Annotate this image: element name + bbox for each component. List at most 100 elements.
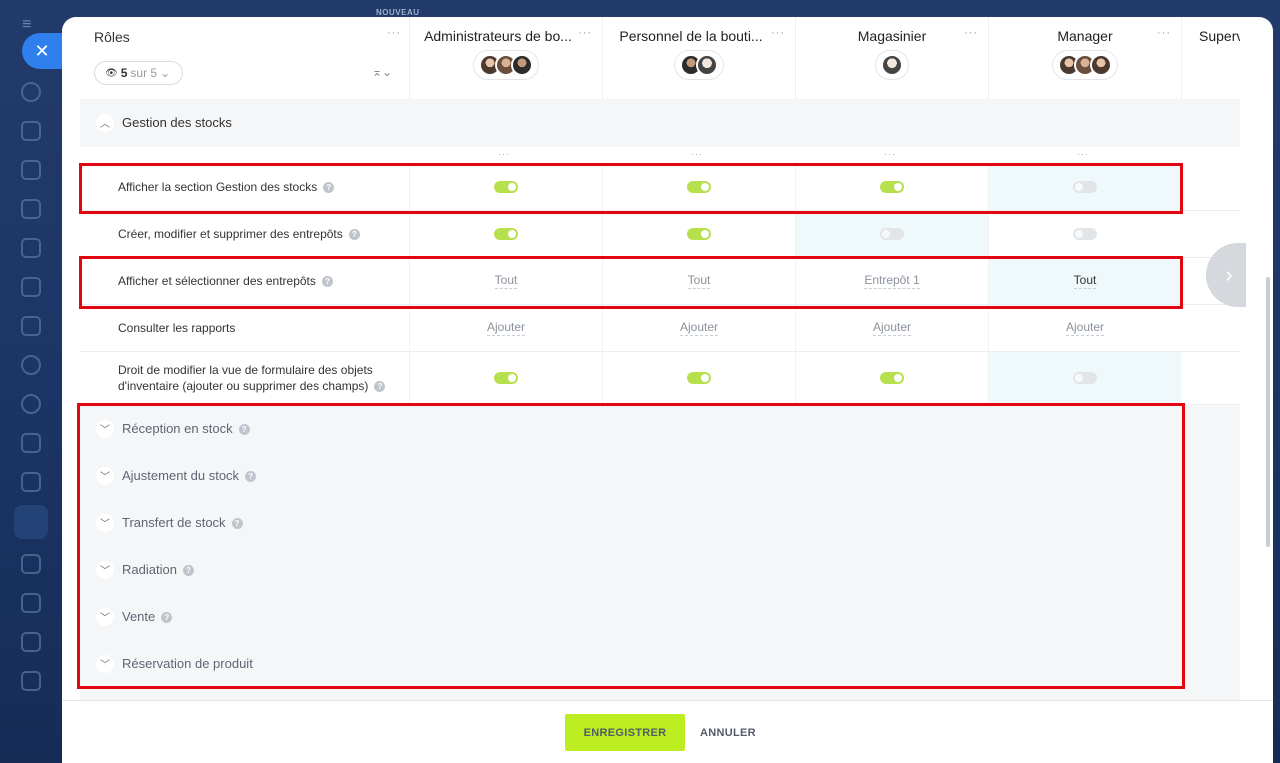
help-icon[interactable]: ? [182,565,194,577]
permission-cell[interactable] [988,164,1181,210]
column-menu-icon[interactable]: ··· [964,27,978,39]
permission-cell[interactable] [988,211,1181,257]
permission-cell[interactable] [409,211,602,257]
help-icon[interactable]: ? [245,471,257,483]
section-stock-receipt[interactable]: ﹀ Réception en stock? [80,405,1240,452]
toggle-switch[interactable] [687,181,711,193]
chevron-down-icon[interactable]: ﹀ [96,466,114,485]
permission-cell[interactable] [409,164,602,210]
add-link[interactable]: Ajouter [872,320,912,336]
chat-icon[interactable] [21,121,41,141]
scrollbar[interactable] [1266,277,1270,547]
permission-cell[interactable]: Ajouter [602,305,795,351]
permission-cell[interactable]: Ajouter [795,305,988,351]
permission-cell[interactable] [602,164,795,210]
documents-icon[interactable] [21,238,41,258]
cart-icon[interactable] [21,593,41,613]
column-role-staff[interactable]: Personnel de la bouti... ··· [602,17,795,99]
permission-value[interactable]: Entrepôt 1 [864,273,920,289]
permission-cell[interactable] [602,352,795,404]
toggle-switch[interactable] [1073,228,1097,240]
column-actions-icon[interactable]: ··· [884,149,896,159]
permission-cell[interactable]: Tout [602,258,795,304]
permission-cell[interactable] [795,352,988,404]
help-icon[interactable]: ? [323,181,335,193]
permission-cell[interactable]: Tout [409,258,602,304]
help-icon[interactable]: ? [374,381,386,393]
chevron-down-icon[interactable]: ﹀ [96,419,114,438]
store-icon[interactable] [21,632,41,652]
column-actions-icon[interactable]: ··· [691,149,703,159]
crm-icon[interactable] [21,394,41,414]
roles-menu-icon[interactable]: ··· [387,27,401,39]
tasks-icon[interactable] [21,160,41,180]
avatar-group[interactable] [1052,50,1118,80]
permission-value[interactable]: Tout [687,273,711,289]
add-link[interactable]: Ajouter [1065,320,1105,336]
help-icon[interactable]: ? [348,228,360,240]
section-sale[interactable]: ﹀ Vente? [80,593,1240,640]
toggle-switch[interactable] [687,228,711,240]
toggle-switch[interactable] [880,181,904,193]
permission-cell[interactable] [602,211,795,257]
permission-cell[interactable] [988,352,1181,404]
column-role-supervisor[interactable]: Superv [1181,17,1240,99]
chevron-down-icon[interactable]: ﹀ [96,607,114,626]
inventory-icon[interactable] [14,505,48,539]
box-icon[interactable] [21,554,41,574]
column-role-storekeeper[interactable]: Magasinier ··· [795,17,988,99]
calendar-icon[interactable] [21,199,41,219]
section-stock-transfer[interactable]: ﹀ Transfert de stock? [80,499,1240,546]
add-link[interactable]: Ajouter [486,320,526,336]
toggle-switch[interactable] [1073,372,1097,384]
section-write-off[interactable]: ﹀ Radiation? [80,546,1240,593]
toggle-switch[interactable] [494,181,518,193]
save-button[interactable]: ENREGISTRER [565,714,685,751]
column-menu-icon[interactable]: ··· [1157,27,1171,39]
column-menu-icon[interactable]: ··· [771,27,785,39]
permission-cell[interactable]: Ajouter [409,305,602,351]
permission-cell[interactable]: Ajouter [988,305,1181,351]
close-icon[interactable]: ✕ [22,33,62,69]
toggle-switch[interactable] [880,372,904,384]
section-stock-management[interactable]: ︿ Gestion des stocks [80,99,1240,146]
cancel-button[interactable]: ANNULER [692,714,764,751]
permission-cell[interactable]: Tout [988,258,1181,304]
column-actions-icon[interactable]: ··· [1077,149,1089,159]
permission-cell[interactable]: Entrepôt 1 [795,258,988,304]
column-actions-icon[interactable]: ··· [498,149,510,159]
add-link[interactable]: Ajouter [679,320,719,336]
activity-icon[interactable] [21,82,41,102]
chevron-down-icon[interactable]: ﹀ [96,513,114,532]
chevron-up-icon[interactable]: ︿ [96,113,114,132]
checklist-icon[interactable] [21,472,41,492]
permission-cell[interactable] [409,352,602,404]
toggle-switch[interactable] [1073,181,1097,193]
collapse-expand-icon[interactable]: ⌅⌄ [372,65,392,79]
column-role-admins[interactable]: Administrateurs de bo... ··· [409,17,602,99]
help-icon[interactable]: ? [238,424,250,436]
mail-icon[interactable] [21,316,41,336]
toggle-switch[interactable] [687,372,711,384]
toggle-switch[interactable] [494,228,518,240]
help-icon[interactable]: ? [231,518,243,530]
column-role-manager[interactable]: Manager ··· [988,17,1181,99]
hamburger-icon[interactable]: ≡ [22,17,40,33]
column-menu-icon[interactable]: ··· [578,27,592,39]
permission-value[interactable]: Tout [1073,273,1097,289]
drive-icon[interactable] [21,277,41,297]
toggle-switch[interactable] [494,372,518,384]
sites-icon[interactable] [21,433,41,453]
toggle-switch[interactable] [880,228,904,240]
more-icon[interactable] [21,671,41,691]
roles-visibility-selector[interactable]: 👁 5 sur 5 ⌄ [94,61,184,85]
chevron-down-icon[interactable]: ﹀ [96,560,114,579]
avatar-group[interactable] [674,50,724,80]
chevron-down-icon[interactable]: ﹀ [96,654,114,673]
section-stock-adjustment[interactable]: ﹀ Ajustement du stock? [80,452,1240,499]
help-icon[interactable]: ? [321,275,333,287]
permission-cell[interactable] [795,164,988,210]
permission-value[interactable]: Tout [494,273,518,289]
contacts-icon[interactable] [21,355,41,375]
avatar-group[interactable] [473,50,539,80]
